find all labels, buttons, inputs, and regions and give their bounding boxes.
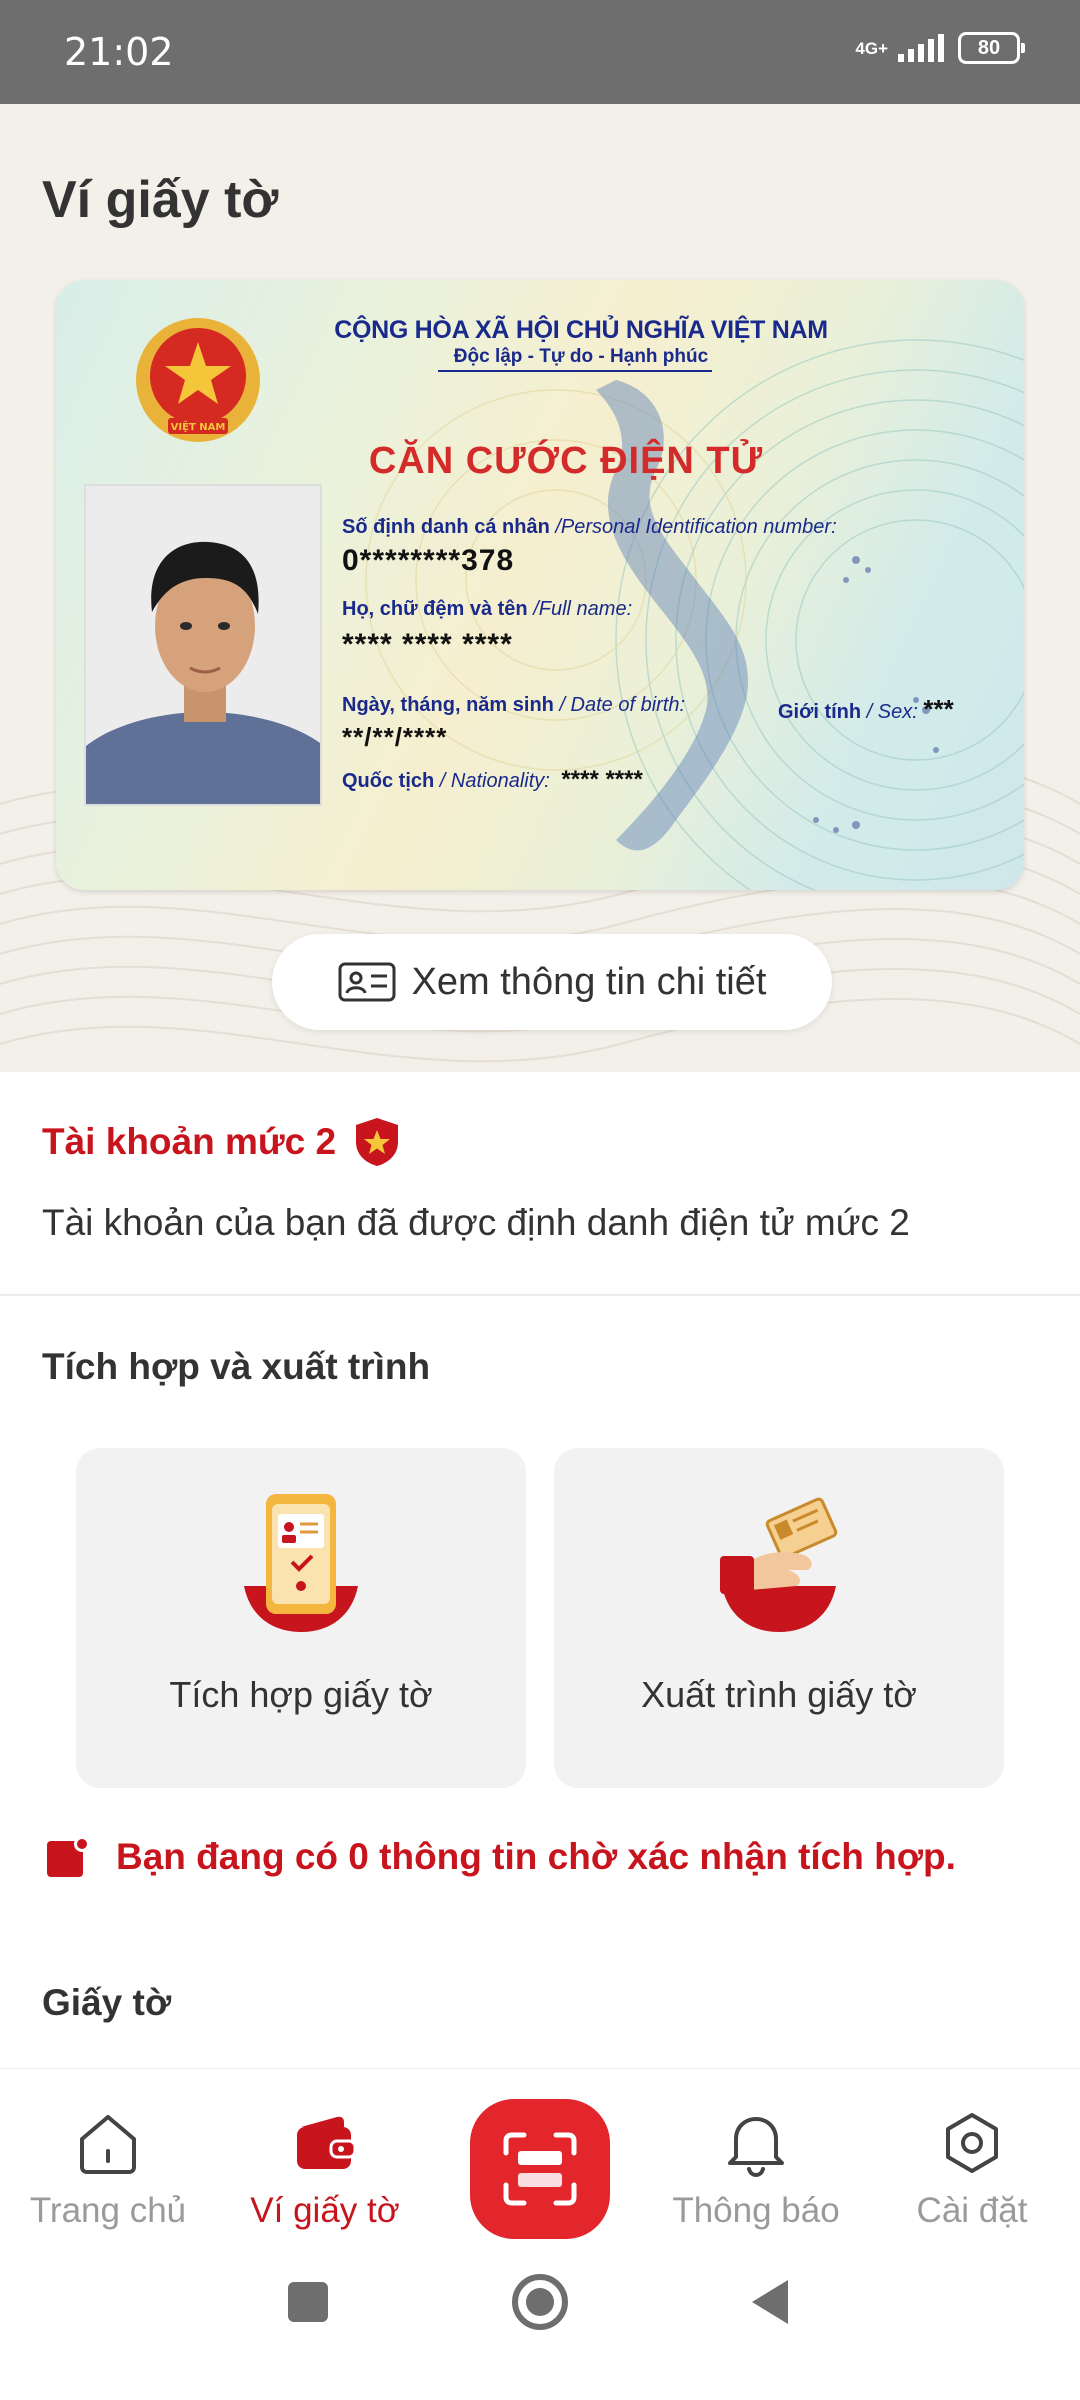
full-name-value: **** **** **** [342, 628, 513, 661]
card-country-title: CỘNG HÒA XÃ HỘI CHỦ NGHĨA VIỆT NAM [334, 316, 828, 344]
dob-label: Ngày, tháng, năm sinh / Date of birth: [342, 694, 686, 716]
nationality-value: **** **** [561, 766, 643, 793]
integrate-documents-label: Tích hợp giấy tờ [169, 1674, 433, 1715]
view-details-button[interactable]: Xem thông tin chi tiết [272, 934, 832, 1030]
present-documents-label: Xuất trình giấy tờ [641, 1674, 917, 1715]
motto-underline [438, 370, 712, 372]
back-icon[interactable] [752, 2280, 788, 2324]
settings-icon [946, 2113, 998, 2173]
nav-wallet-label: Ví giấy tờ [250, 2191, 400, 2230]
bottom-navigation: Trang chủ Ví giấy tờ Thông báo Cài đặt [0, 2068, 1080, 2244]
card-title: CĂN CƯỚC ĐIỆN TỬ [368, 440, 764, 482]
sex-value: *** [923, 694, 954, 724]
dob-value: **/**/**** [342, 722, 448, 752]
integration-section-title: Tích hợp và xuất trình [42, 1346, 431, 1387]
section-divider [0, 1294, 1080, 1296]
signal-icon [898, 34, 944, 62]
scan-button[interactable] [470, 2099, 610, 2239]
view-details-label: Xem thông tin chi tiết [411, 960, 767, 1003]
pending-confirmation-notice[interactable]: Bạn đang có 0 thông tin chờ xác nhận tíc… [46, 1836, 956, 1878]
id-card[interactable]: VIỆT NAM CỘNG HÒA XÃ HỘI CHỦ NGHĨA VIỆT … [56, 280, 1024, 890]
id-number-value: 0********378 [342, 544, 515, 577]
network-type: 4G+ [855, 38, 888, 58]
id-number-label: Số định danh cá nhân /Personal Identific… [342, 516, 837, 538]
status-bar: 21:02 4G+ 80 [0, 0, 1080, 104]
nav-settings-label: Cài đặt [916, 2191, 1028, 2230]
nav-wallet[interactable]: Ví giấy tờ [225, 2109, 425, 2231]
phone-document-icon [244, 1494, 358, 1632]
battery-icon: 80 [958, 32, 1025, 64]
emblem-banner-text: VIỆT NAM [171, 420, 226, 433]
nationality-label: Quốc tịch / Nationality: **** **** [342, 766, 643, 793]
battery-level: 80 [977, 36, 1001, 59]
nav-notifications[interactable]: Thông báo [656, 2109, 856, 2231]
card-motto: Độc lập - Tự do - Hạnh phúc [453, 346, 709, 367]
status-icons: 4G+ 80 [855, 32, 1025, 64]
integrate-documents-tile[interactable]: Tích hợp giấy tờ [76, 1448, 526, 1788]
account-level-description: Tài khoản của bạn đã được định danh điện… [42, 1202, 910, 1243]
id-card-icon [338, 962, 396, 1002]
account-level-title: Tài khoản mức 2 [42, 1116, 400, 1168]
notification-dot-icon [47, 1836, 88, 1877]
page-title: Ví giấy tờ [42, 171, 279, 229]
system-navigation-bar [0, 2244, 1080, 2400]
nav-notifications-label: Thông báo [672, 2191, 840, 2230]
bell-icon [728, 2117, 784, 2177]
system-nav-buttons [288, 2274, 788, 2330]
home-icon [80, 2115, 136, 2174]
wallet-icon [297, 2116, 357, 2169]
sex-label: Giới tính / Sex: *** [778, 694, 954, 724]
shield-star-icon [356, 1118, 399, 1166]
nav-home-label: Trang chủ [29, 2191, 187, 2230]
status-time: 21:02 [64, 30, 174, 74]
pending-confirmation-text: Bạn đang có 0 thông tin chờ xác nhận tíc… [116, 1836, 956, 1877]
recent-apps-icon[interactable] [288, 2282, 328, 2322]
portrait-photo [84, 484, 322, 806]
nav-settings[interactable]: Cài đặt [872, 2109, 1072, 2231]
hand-card-icon [720, 1497, 838, 1632]
national-emblem-icon: VIỆT NAM [136, 318, 260, 442]
wallet-header: Ví giấy tờ VIỆT NAM CỘNG HÒA XÃ HỘI CHỦ … [0, 104, 1080, 1072]
full-name-label: Họ, chữ đệm và tên /Full name: [342, 598, 633, 620]
scan-icon [503, 2132, 577, 2206]
nav-home[interactable]: Trang chủ [8, 2109, 208, 2231]
present-documents-tile[interactable]: Xuất trình giấy tờ [554, 1448, 1004, 1788]
documents-section-title: Giấy tờ [42, 1982, 172, 2023]
